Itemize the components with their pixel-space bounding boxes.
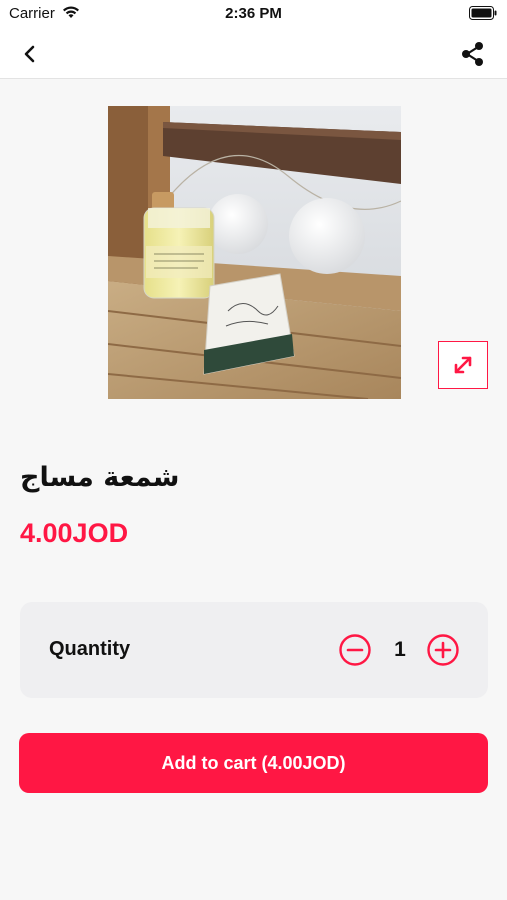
product-title: شمعة مساج bbox=[20, 462, 180, 493]
share-icon bbox=[462, 42, 483, 66]
increase-quantity-button[interactable] bbox=[426, 633, 460, 667]
quantity-value: 1 bbox=[394, 638, 406, 661]
status-time: 2:36 PM bbox=[225, 5, 282, 22]
back-button[interactable] bbox=[14, 38, 46, 70]
expand-icon bbox=[454, 356, 472, 374]
share-button[interactable] bbox=[457, 38, 489, 70]
chevron-left-icon bbox=[24, 45, 35, 63]
add-to-cart-button[interactable]: Add to cart (4.00JOD) bbox=[19, 733, 488, 793]
plus-circle-icon bbox=[427, 634, 459, 666]
decrease-quantity-button[interactable] bbox=[338, 633, 372, 667]
minus-circle-icon bbox=[339, 634, 371, 666]
quantity-selector: Quantity 1 bbox=[20, 602, 488, 698]
battery-icon bbox=[469, 6, 497, 24]
product-image[interactable] bbox=[108, 106, 401, 399]
product-photo bbox=[108, 106, 401, 399]
expand-image-button[interactable] bbox=[438, 341, 488, 389]
quantity-label: Quantity bbox=[49, 638, 131, 660]
status-bar: Carrier 2:36 PM bbox=[0, 0, 507, 28]
product-price: 4.00JOD bbox=[20, 518, 129, 548]
navigation-bar bbox=[0, 28, 507, 79]
